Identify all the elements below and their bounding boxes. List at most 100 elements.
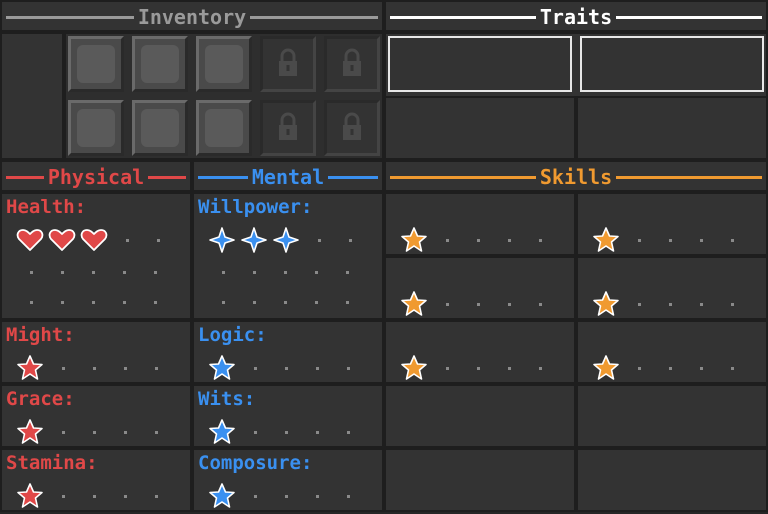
empty-pip <box>508 238 511 242</box>
diamond-star-icon <box>272 226 300 254</box>
inventory-slot[interactable] <box>196 100 252 156</box>
mental-title: Mental <box>247 165 329 189</box>
inventory-slot[interactable] <box>68 100 124 156</box>
skill-pips-2 <box>592 226 748 254</box>
empty-pip <box>539 366 542 370</box>
trait-slot-4[interactable] <box>576 96 768 160</box>
empty-pip <box>93 494 96 498</box>
skills-title: Skills <box>535 165 617 189</box>
empty-pip <box>62 494 65 498</box>
traits-header: Traits <box>384 0 768 32</box>
trait-slot-2[interactable] <box>580 36 764 92</box>
empty-pip <box>124 366 127 370</box>
empty-pip <box>61 270 64 274</box>
empty-pip <box>92 270 95 274</box>
star-icon <box>16 354 44 382</box>
empty-pip <box>477 302 480 306</box>
empty-pip <box>731 366 734 370</box>
composure-pips <box>208 482 364 510</box>
equipped-slot-panel <box>0 32 64 160</box>
might-label: Might: <box>6 324 75 346</box>
star-icon <box>208 354 236 382</box>
empty-pip <box>347 366 350 370</box>
inventory-slot-locked[interactable] <box>324 36 380 92</box>
empty-pip <box>155 494 158 498</box>
lock-icon <box>276 112 300 146</box>
empty-slot-icon <box>77 109 115 147</box>
empty-pip <box>157 238 160 242</box>
health-pips-row-3 <box>16 288 171 316</box>
empty-pip <box>731 302 734 306</box>
empty-pip <box>155 366 158 370</box>
empty-pip <box>508 302 511 306</box>
inventory-slot[interactable] <box>132 36 188 92</box>
skill-slot-8[interactable] <box>576 384 768 448</box>
skill-slot-9[interactable] <box>384 448 576 512</box>
inventory-slot-locked[interactable] <box>260 36 316 92</box>
empty-pip <box>93 430 96 434</box>
stamina-pips <box>16 482 172 510</box>
empty-pip <box>446 238 449 242</box>
empty-pip <box>446 302 449 306</box>
skill-pips-3 <box>400 290 556 318</box>
trait-slot-1[interactable] <box>388 36 572 92</box>
empty-pip <box>62 430 65 434</box>
empty-pip <box>222 300 225 304</box>
empty-pip <box>254 430 257 434</box>
empty-pip <box>731 238 734 242</box>
physical-title: Physical <box>43 165 149 189</box>
empty-pip <box>124 430 127 434</box>
star-icon <box>16 482 44 510</box>
empty-pip <box>285 494 288 498</box>
wits-pips <box>208 418 364 446</box>
empty-pip <box>347 430 350 434</box>
inventory-slot-locked[interactable] <box>324 100 380 156</box>
heart-icon <box>48 226 76 254</box>
logic-pips <box>208 354 364 382</box>
empty-pip <box>700 366 703 370</box>
empty-pip <box>316 430 319 434</box>
empty-pip <box>318 238 321 242</box>
skill-slot-10[interactable] <box>576 448 768 512</box>
empty-pip <box>315 270 318 274</box>
grace-pips <box>16 418 172 446</box>
empty-pip <box>254 494 257 498</box>
empty-pip <box>154 270 157 274</box>
empty-pip <box>222 270 225 274</box>
empty-pip <box>92 300 95 304</box>
inventory-slot[interactable] <box>196 36 252 92</box>
empty-pip <box>30 270 33 274</box>
empty-pip <box>253 300 256 304</box>
empty-pip <box>349 238 352 242</box>
skill-slot-7[interactable] <box>384 384 576 448</box>
lock-icon <box>340 112 364 146</box>
inventory-slot[interactable] <box>132 100 188 156</box>
empty-pip <box>539 238 542 242</box>
empty-pip <box>154 300 157 304</box>
empty-pip <box>316 366 319 370</box>
inventory-slot[interactable] <box>68 36 124 92</box>
empty-pip <box>347 494 350 498</box>
empty-pip <box>669 238 672 242</box>
empty-pip <box>700 302 703 306</box>
skills-header: Skills <box>384 160 768 192</box>
inventory-header: Inventory <box>0 0 384 32</box>
willpower-pips <box>208 226 366 254</box>
empty-pip <box>638 302 641 306</box>
star-icon <box>400 226 428 254</box>
empty-slot-icon <box>77 45 115 83</box>
wits-label: Wits: <box>198 388 256 410</box>
inventory-slot-locked[interactable] <box>260 100 316 156</box>
empty-pip <box>123 270 126 274</box>
diamond-star-icon <box>240 226 268 254</box>
trait-slot-3[interactable] <box>384 96 576 160</box>
star-icon <box>208 482 236 510</box>
empty-pip <box>638 238 641 242</box>
health-pips-row-2 <box>16 258 171 286</box>
empty-pip <box>285 366 288 370</box>
lock-icon <box>276 48 300 82</box>
empty-pip <box>446 366 449 370</box>
traits-title: Traits <box>535 5 617 29</box>
empty-pip <box>62 366 65 370</box>
health-label: Health: <box>6 196 87 218</box>
